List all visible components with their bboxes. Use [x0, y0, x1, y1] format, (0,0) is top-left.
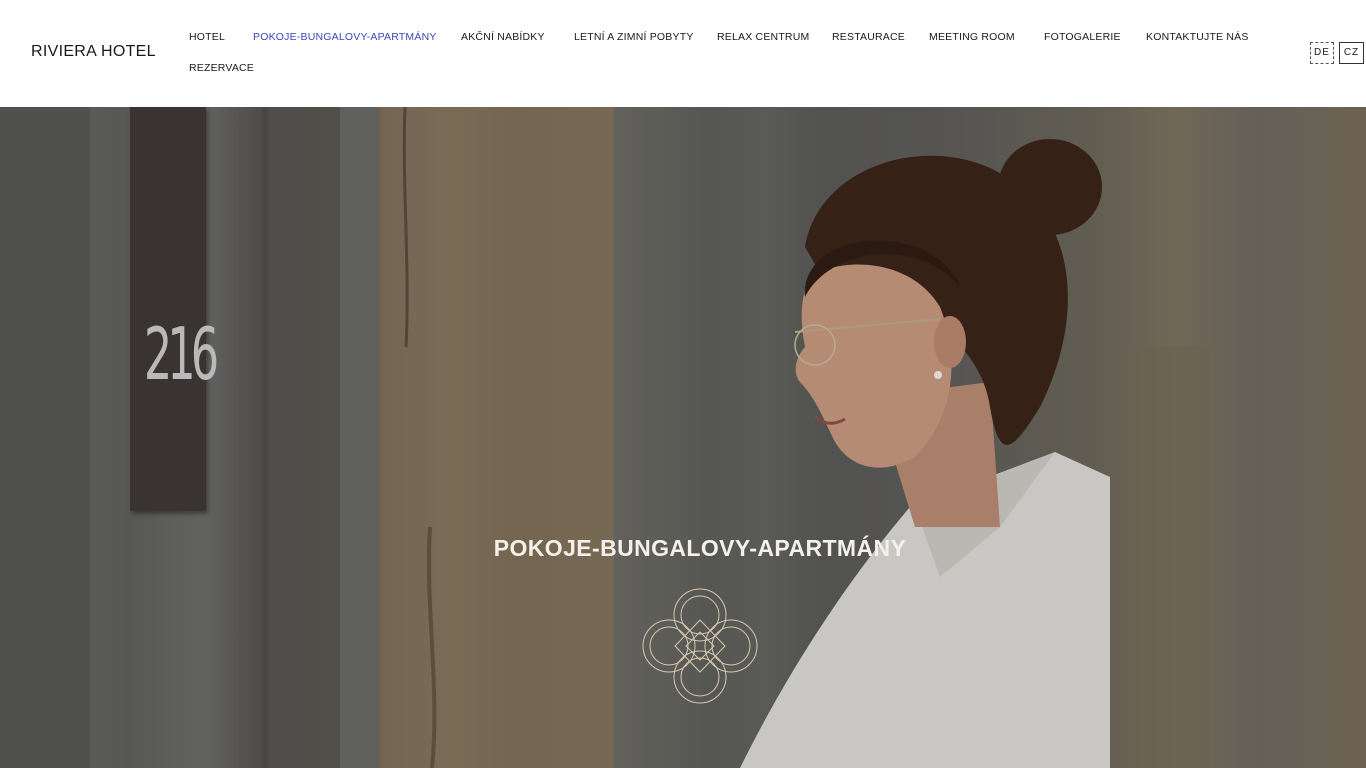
site-header: RIVIERA HOTEL HOTEL POKOJE-BUNGALOVY-APA…: [0, 0, 1366, 107]
nav-item-hotel[interactable]: HOTEL: [189, 31, 225, 43]
hero-title: POKOJE-BUNGALOVY-APARTMÁNY: [493, 535, 907, 561]
nav-item-restaurant[interactable]: RESTAURACE: [832, 31, 905, 43]
nav-item-offers[interactable]: AKČNÍ NABÍDKY: [461, 31, 545, 43]
hero-banner: 216 POKOJE-BUNGALOVY-APARTMÁNY: [0, 107, 1366, 768]
nav-item-reservation[interactable]: REZERVACE: [189, 62, 254, 74]
nav-item-gallery[interactable]: FOTOGALERIE: [1044, 31, 1121, 43]
nav-item-stays[interactable]: LETNÍ A ZIMNÍ POBYTY: [574, 31, 694, 43]
nav-item-rooms[interactable]: POKOJE-BUNGALOVY-APARTMÁNY: [253, 31, 437, 43]
nav-item-meeting-room[interactable]: MEETING ROOM: [929, 31, 1015, 43]
nav-item-relax[interactable]: RELAX CENTRUM: [717, 31, 809, 43]
nav-item-contact[interactable]: KONTAKTUJTE NÁS: [1146, 31, 1249, 43]
language-de-button[interactable]: DE: [1310, 42, 1334, 64]
quatrefoil-ornament-icon: [642, 588, 758, 704]
language-cz-button[interactable]: CZ: [1339, 42, 1364, 64]
main-navigation: HOTEL POKOJE-BUNGALOVY-APARTMÁNY AKČNÍ N…: [0, 0, 1300, 107]
